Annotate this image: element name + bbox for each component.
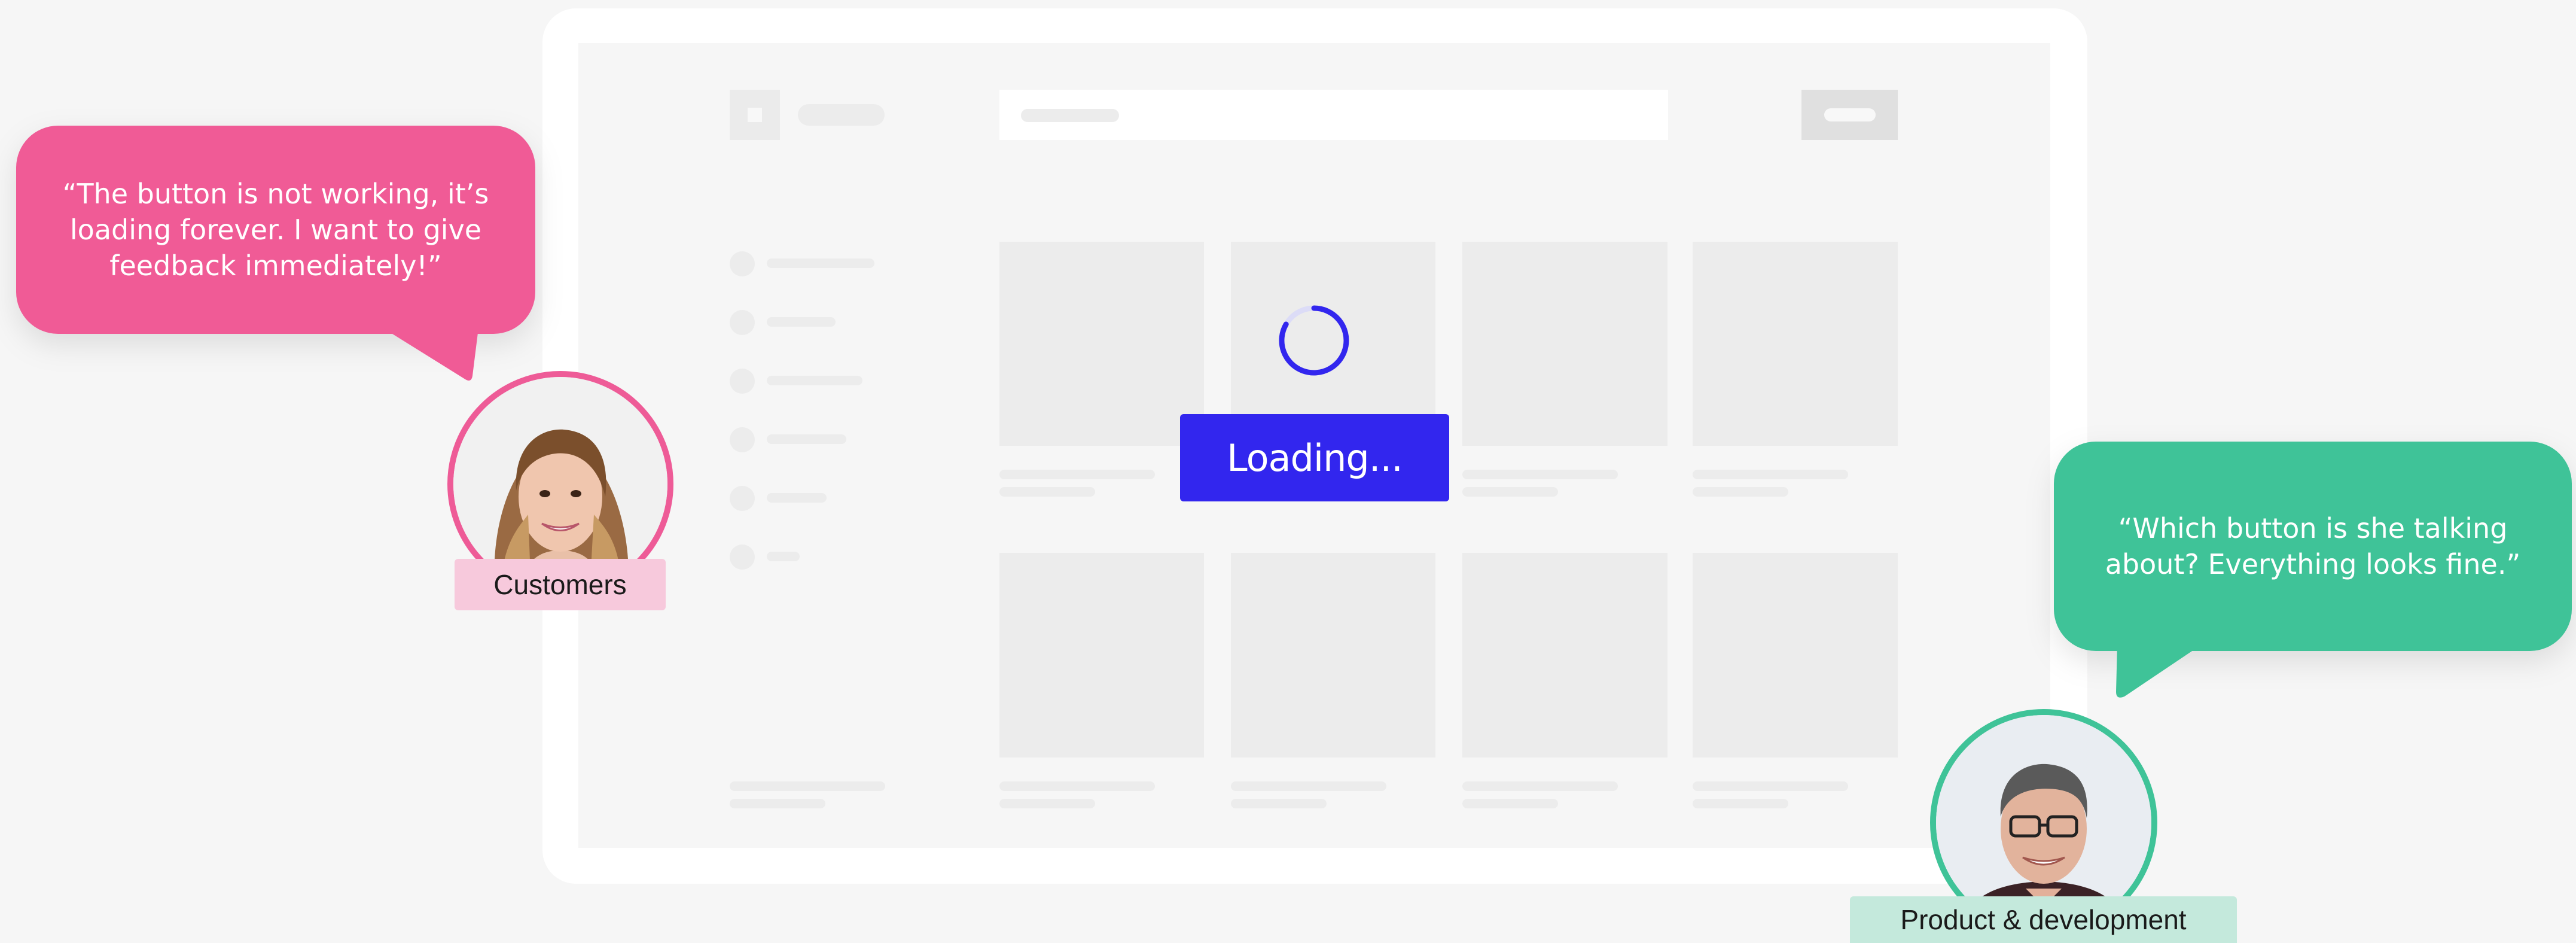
card-line <box>1693 487 1788 497</box>
sidebar-line <box>767 552 800 561</box>
product-bubble-tail <box>2116 645 2201 698</box>
action-button-placeholder <box>1801 90 1898 140</box>
card-line <box>1693 470 1848 479</box>
logo-placeholder <box>730 90 780 140</box>
product-card <box>1231 553 1435 758</box>
sidebar-dot <box>730 310 755 335</box>
sidebar-footer-line <box>730 781 885 791</box>
product-card <box>1462 553 1667 758</box>
card-line <box>1693 781 1848 791</box>
sidebar-dot <box>730 544 755 570</box>
customer-bubble-tail <box>383 328 478 381</box>
sidebar-line <box>767 317 836 327</box>
sidebar-dot <box>730 251 755 276</box>
card-line <box>999 487 1095 497</box>
product-card <box>1693 242 1898 446</box>
card-line <box>1462 487 1558 497</box>
card-line <box>1693 799 1788 808</box>
loading-button[interactable]: Loading... <box>1180 414 1449 501</box>
sidebar-footer-line <box>730 799 825 808</box>
sidebar-line <box>767 376 862 385</box>
card-line <box>1462 781 1618 791</box>
product-card <box>999 242 1204 446</box>
card-line <box>999 799 1095 808</box>
product-card <box>999 553 1204 758</box>
sidebar-dot <box>730 427 755 452</box>
customer-quote-bubble: “The button is not working, it’s loading… <box>16 126 535 334</box>
action-button-text <box>1824 108 1876 121</box>
card-line <box>1462 799 1558 808</box>
brand-placeholder <box>798 104 885 126</box>
sidebar-line <box>767 434 846 444</box>
card-line <box>1462 470 1618 479</box>
card-line <box>999 781 1155 791</box>
sidebar-dot <box>730 486 755 511</box>
product-card <box>1693 553 1898 758</box>
sidebar-dot <box>730 369 755 394</box>
customers-label: Customers <box>455 559 666 610</box>
loading-spinner-icon <box>1279 305 1349 376</box>
sidebar-line <box>767 258 874 268</box>
search-bar-placeholder <box>999 90 1668 140</box>
card-line <box>999 470 1155 479</box>
logo-inner <box>748 108 762 122</box>
product-development-label: Product & development <box>1850 896 2237 943</box>
product-quote-bubble: “Which button is she talking about? Ever… <box>2054 442 2572 651</box>
product-card <box>1462 242 1667 446</box>
search-text-placeholder <box>1021 109 1119 122</box>
sidebar-line <box>767 493 827 503</box>
card-line <box>1231 781 1386 791</box>
card-line <box>1231 799 1327 808</box>
